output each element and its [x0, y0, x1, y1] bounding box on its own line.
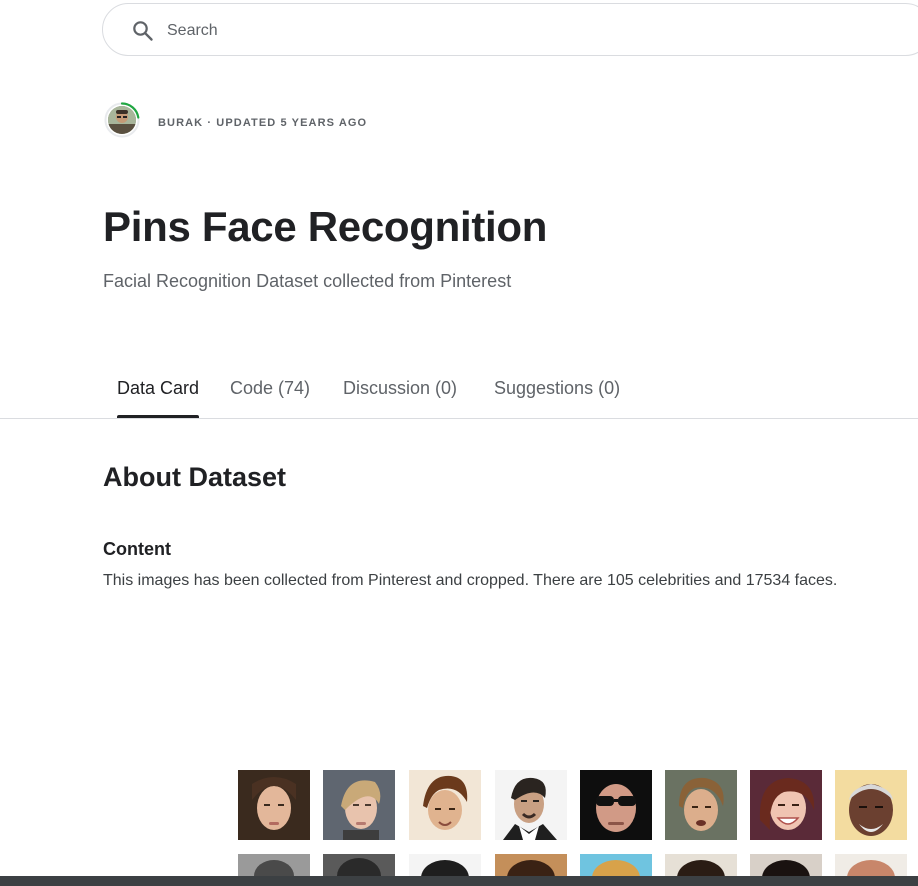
- owner-avatar[interactable]: [104, 102, 140, 138]
- face-thumbnail: [580, 770, 652, 840]
- avatar: [108, 106, 136, 134]
- face-thumbnail: [495, 854, 567, 876]
- tab-label: Data Card: [117, 378, 200, 398]
- face-thumbnail: [665, 770, 737, 840]
- face-thumbnail: [835, 770, 907, 840]
- tab-label: Code (74): [230, 378, 311, 398]
- face-thumbnail: [750, 770, 822, 840]
- content-heading: Content: [103, 539, 171, 559]
- tab-label: Suggestions (0): [494, 378, 621, 398]
- search-bar[interactable]: [102, 3, 918, 56]
- face-thumbnail: [238, 854, 310, 876]
- content-text: This images has been collected from Pint…: [103, 572, 838, 589]
- search-input[interactable]: [165, 16, 769, 46]
- face-thumbnail: [323, 770, 395, 840]
- face-thumbnail: [580, 854, 652, 876]
- face-thumbnail: [665, 854, 737, 876]
- face-thumbnail: [409, 854, 481, 876]
- face-thumbnail: [323, 854, 395, 876]
- tab-code[interactable]: Code (74): [230, 378, 310, 418]
- tab-suggestions[interactable]: Suggestions (0): [494, 378, 620, 418]
- face-thumbnail: [238, 770, 310, 840]
- face-thumbnail: [750, 854, 822, 876]
- face-thumbnail: [495, 770, 567, 840]
- tab-label: Discussion (0): [343, 378, 458, 398]
- search-icon: [131, 19, 155, 43]
- dataset-subtitle: Facial Recognition Dataset collected fro…: [103, 271, 512, 291]
- face-thumbnail: [409, 770, 481, 840]
- tab-discussion[interactable]: Discussion (0): [343, 378, 457, 418]
- about-heading: About Dataset: [103, 462, 287, 492]
- page: BURAK · UPDATED 5 YEARS AGO Pins Face Re…: [0, 0, 918, 886]
- tab-data-card[interactable]: Data Card: [117, 378, 200, 418]
- owner-update-line: BURAK · UPDATED 5 YEARS AGO: [158, 117, 368, 129]
- bottom-bar: [0, 876, 918, 886]
- face-thumbnail: [835, 854, 907, 876]
- page-title: Pins Face Recognition: [103, 203, 548, 250]
- tab-bar: Data Card Code (74) Discussion (0) Sugge…: [0, 368, 918, 419]
- active-tab-indicator: [117, 415, 200, 418]
